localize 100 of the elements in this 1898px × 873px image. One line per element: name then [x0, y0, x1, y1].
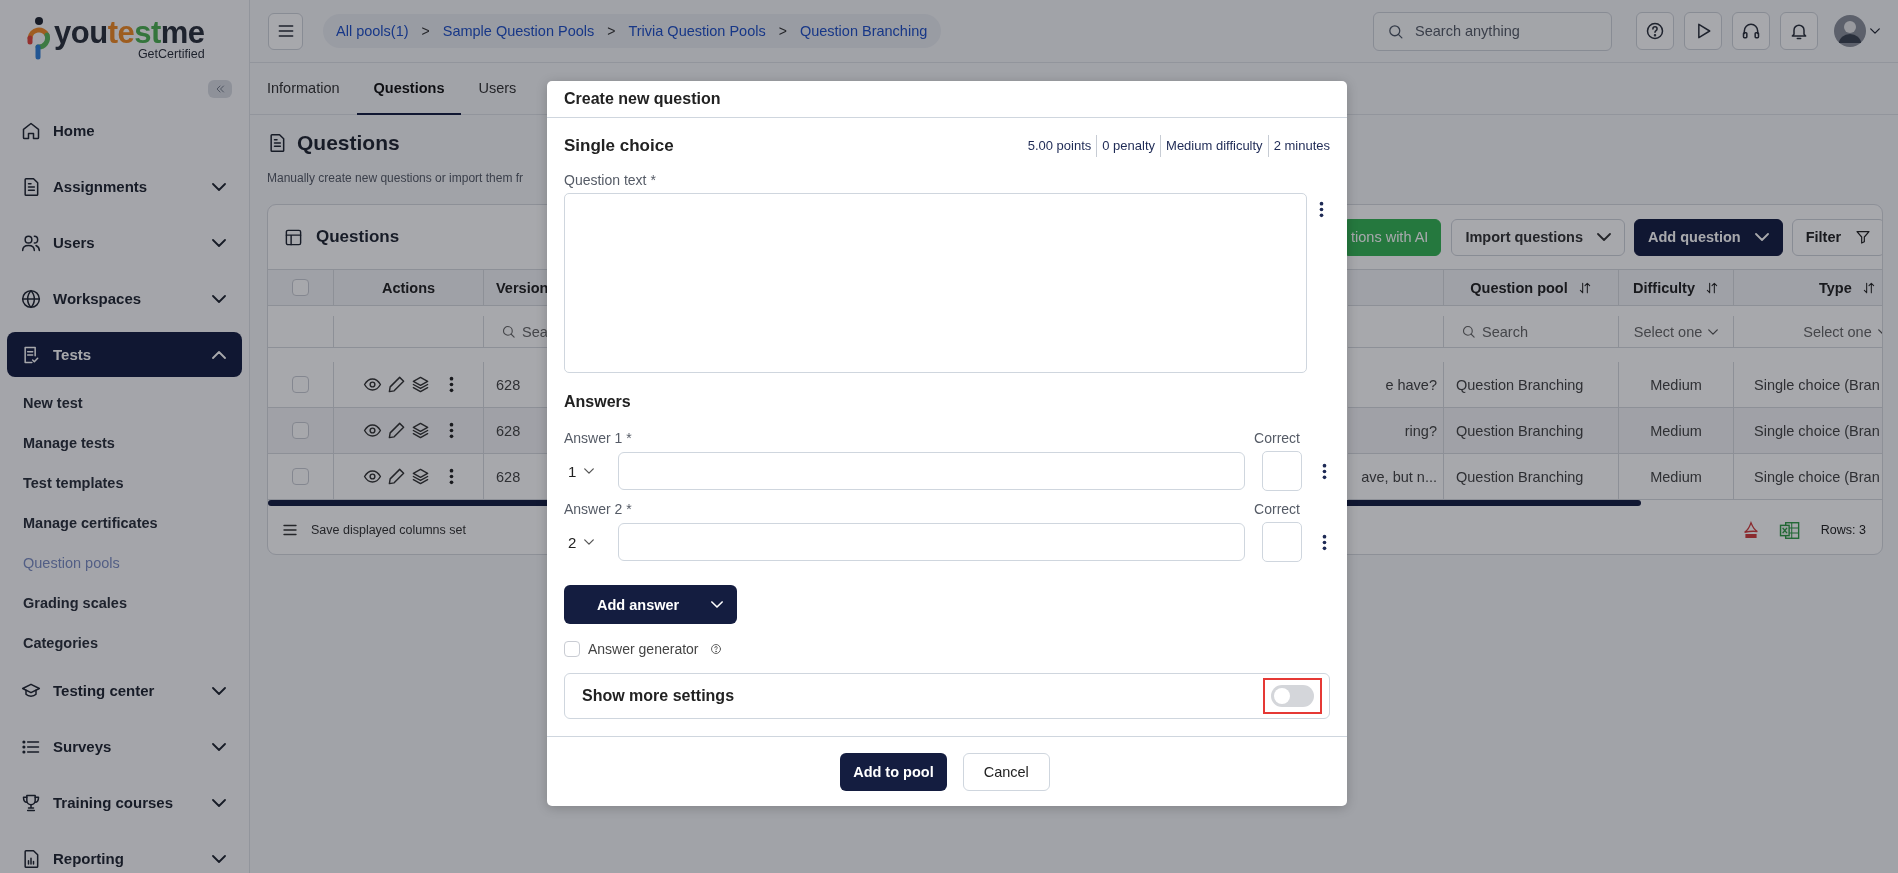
more-icon[interactable]	[449, 422, 454, 439]
more-icon[interactable]	[1319, 201, 1324, 218]
chevron-icon	[212, 742, 226, 751]
caret-icon	[1870, 28, 1880, 34]
add-to-pool-button[interactable]: Add to pool	[840, 752, 947, 791]
sidebar-item[interactable]: Users	[7, 220, 242, 265]
tab[interactable]: Questions	[356, 63, 462, 115]
field-label: Answer 2 *	[564, 501, 632, 517]
edit-icon[interactable]	[387, 467, 406, 486]
field-label: Correct	[1254, 501, 1300, 517]
sort-icon[interactable]	[1705, 280, 1719, 295]
column-select[interactable]: Select one	[1803, 323, 1882, 340]
checkbox[interactable]	[292, 376, 309, 393]
sidebar-subitem[interactable]: Categories	[0, 623, 249, 663]
layers-icon[interactable]	[411, 375, 430, 394]
filter-button[interactable]: Filter	[1791, 218, 1882, 256]
help-icon[interactable]	[709, 643, 722, 655]
sidebar-subitem[interactable]: Grading scales	[0, 583, 249, 623]
more-icon[interactable]	[1322, 462, 1327, 480]
sidebar-subitem[interactable]: Test templates	[0, 463, 249, 503]
answer-number-select[interactable]: 2	[564, 533, 618, 551]
view-icon[interactable]	[363, 421, 382, 440]
checkbox-label: Answer generator	[588, 641, 699, 657]
add-answer-button[interactable]: Add answer	[564, 585, 737, 624]
toggle-switch[interactable]	[1271, 685, 1314, 707]
sidebar-subitem[interactable]: Manage tests	[0, 423, 249, 463]
question-text-field[interactable]	[564, 193, 1307, 373]
sort-icon[interactable]	[1577, 280, 1592, 295]
breadcrumb-link[interactable]: Trivia Question Pools	[628, 23, 766, 39]
import-button[interactable]: Import questions	[1451, 218, 1625, 256]
help-button[interactable]	[1636, 12, 1674, 50]
answer-field[interactable]	[618, 523, 1245, 561]
column-header[interactable]: Actions	[381, 279, 436, 296]
sidebar-item-label: Reporting	[53, 850, 125, 867]
sidebar-item[interactable]: Reporting	[7, 836, 242, 873]
breadcrumb-separator: >	[607, 23, 616, 39]
table-cell: Medium	[1619, 408, 1734, 454]
more-icon[interactable]	[1322, 533, 1327, 551]
document-icon	[267, 133, 287, 153]
sidebar-subitem[interactable]: Manage certificates	[0, 503, 249, 543]
sidebar-item[interactable]: Testing center	[7, 668, 242, 713]
page-title: Questions	[297, 131, 400, 155]
avatar-icon[interactable]	[1834, 15, 1866, 47]
checkbox[interactable]	[292, 468, 309, 485]
chevron-icon	[1708, 328, 1719, 335]
breadcrumb-separator: >	[778, 23, 787, 39]
view-icon[interactable]	[363, 375, 382, 394]
menu-button[interactable]	[268, 12, 303, 50]
table-title: Questions	[316, 227, 400, 247]
column-select[interactable]: Select one	[1633, 323, 1719, 340]
cancel-button[interactable]: Cancel	[962, 752, 1050, 791]
tab[interactable]: Information	[250, 63, 357, 115]
sidebar-item[interactable]: Tests	[7, 332, 242, 377]
more-icon[interactable]	[449, 468, 454, 485]
sidebar-item[interactable]: Workspaces	[7, 276, 242, 321]
answer-number-select[interactable]: 1	[564, 462, 618, 480]
layers-icon[interactable]	[411, 467, 430, 486]
support-button[interactable]	[1732, 12, 1770, 50]
sidebar-item[interactable]: Assignments	[7, 164, 242, 209]
view-icon[interactable]	[363, 467, 382, 486]
sidebar-item[interactable]: Home	[7, 108, 242, 153]
column-search-field[interactable]: Sea	[501, 323, 548, 340]
notifications-button[interactable]	[1780, 12, 1818, 50]
save-columns-link[interactable]: Save displayed columns set	[311, 523, 466, 537]
play-button[interactable]	[1684, 12, 1722, 50]
chevron-icon	[212, 686, 226, 695]
checkbox[interactable]	[292, 422, 309, 439]
tab[interactable]: Users	[461, 63, 534, 115]
breadcrumb-link[interactable]: All pools(1)	[336, 23, 409, 39]
chevron-icon	[584, 468, 595, 474]
search-icon	[1387, 22, 1404, 40]
search-field[interactable]: Search anything	[1373, 11, 1612, 51]
edit-icon[interactable]	[387, 375, 406, 394]
question-meta: Medium difficulty	[1160, 135, 1268, 157]
layers-icon[interactable]	[411, 421, 430, 440]
table-cell: Single choice (Bran	[1734, 408, 1882, 454]
collapse-icon	[214, 83, 226, 95]
checkbox[interactable]	[564, 641, 580, 657]
add-question-button[interactable]: Add question	[1634, 218, 1783, 256]
sidebar-subitem[interactable]: New test	[0, 383, 249, 423]
column-search-field[interactable]: Search	[1461, 323, 1528, 340]
edit-icon[interactable]	[387, 421, 406, 440]
sidebar-item[interactable]: Training courses	[7, 780, 242, 825]
breadcrumb-link[interactable]: Question Branching	[799, 23, 928, 39]
sidebar-item[interactable]: Surveys	[7, 724, 242, 769]
help-icon	[1645, 21, 1665, 41]
chevron-icon	[1597, 233, 1611, 241]
question-type: Single choice	[564, 136, 674, 156]
pdf-export-icon[interactable]	[1742, 521, 1759, 539]
checkbox[interactable]	[292, 279, 309, 296]
sidebar-item-label: Workspaces	[53, 290, 143, 307]
sort-icon[interactable]	[1861, 280, 1876, 295]
correct-checkbox[interactable]	[1262, 451, 1302, 491]
answer-field[interactable]	[618, 452, 1245, 490]
logo-tagline: GetCertified	[137, 47, 205, 61]
breadcrumb-link[interactable]: Sample Question Pools	[442, 23, 595, 39]
correct-checkbox[interactable]	[1262, 522, 1302, 562]
page-description: Manually create new questions or import them fr	[267, 171, 524, 185]
more-icon[interactable]	[449, 376, 454, 393]
column-header[interactable]: Type	[1818, 279, 1876, 296]
